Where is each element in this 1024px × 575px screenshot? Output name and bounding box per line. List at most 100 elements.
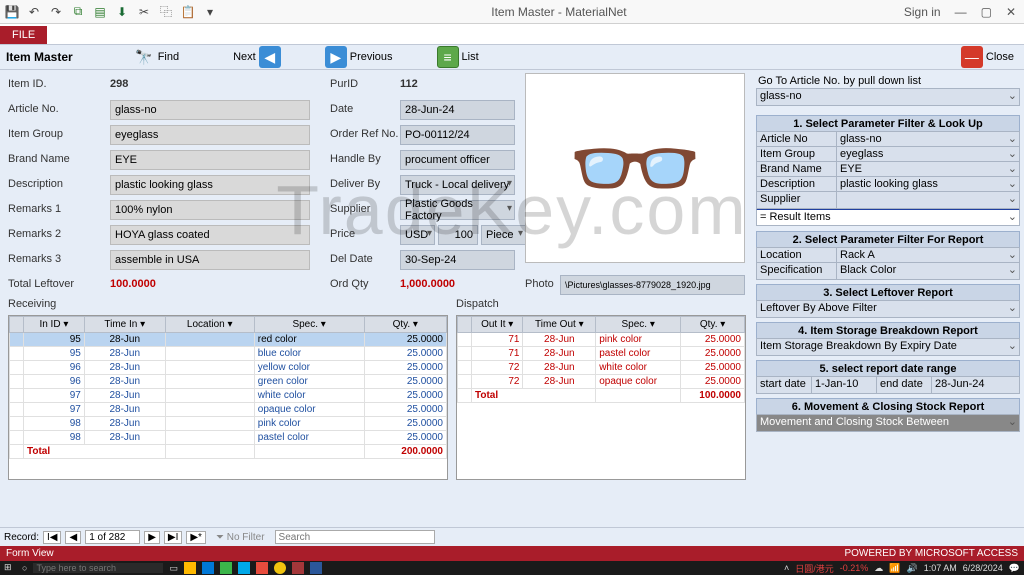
qat-save-icon[interactable]: 💾 — [4, 4, 20, 20]
table-row[interactable]: 9828-Junpastel color25.0000 — [10, 431, 447, 445]
filter-dropdown[interactable]: Black Color — [837, 263, 1019, 279]
search-input[interactable] — [275, 530, 435, 544]
table-row[interactable]: 9728-Junwhite color25.0000 — [10, 389, 447, 403]
tray-vol-icon[interactable]: 🔊 — [906, 563, 917, 574]
taskview-icon[interactable]: ▭ — [169, 563, 178, 574]
movement-report-dropdown[interactable]: Movement and Closing Stock Between — [756, 414, 1020, 432]
receiving-grid[interactable]: In ID ▾Time In ▾Location ▾Spec. ▾Qty. ▾9… — [8, 315, 448, 480]
prev-record-button[interactable]: ◀ — [65, 531, 81, 544]
date-field[interactable]: 28-Jun-24 — [400, 100, 515, 120]
goto-dropdown[interactable]: glass-no — [756, 88, 1020, 106]
signin-link[interactable]: Sign in — [900, 5, 945, 19]
first-record-button[interactable]: I◀ — [43, 531, 61, 544]
column-header[interactable]: Location ▾ — [165, 317, 254, 333]
tray-wifi-icon[interactable]: 📶 — [889, 563, 900, 574]
word-icon[interactable] — [310, 562, 322, 574]
cortana-icon[interactable]: ○ — [22, 563, 27, 573]
tray-expand-icon[interactable]: ˄ — [784, 563, 789, 573]
end-date-field[interactable]: 28-Jun-24 — [932, 377, 1019, 393]
qat-redo-icon[interactable]: ↷ — [48, 4, 64, 20]
close-window-button[interactable]: ✕ — [1002, 5, 1020, 19]
result-items-dropdown[interactable]: = Result Items — [756, 208, 1020, 226]
qat-tool2-icon[interactable]: ▤ — [92, 4, 108, 20]
table-row[interactable]: 9528-Junred color25.0000 — [10, 333, 447, 347]
edge-icon[interactable] — [202, 562, 214, 574]
handle-field[interactable]: procument officer — [400, 150, 515, 170]
desc-field[interactable]: plastic looking glass — [110, 175, 310, 195]
table-row[interactable]: 9728-Junopaque color25.0000 — [10, 403, 447, 417]
rem2-field[interactable]: HOYA glass coated — [110, 225, 310, 245]
last-record-button[interactable]: ▶I — [164, 531, 182, 544]
table-row[interactable]: 7128-Junpink color25.0000 — [458, 333, 745, 347]
qat-undo-icon[interactable]: ↶ — [26, 4, 42, 20]
rem3-field[interactable]: assemble in USA — [110, 250, 310, 270]
new-record-button[interactable]: ▶* — [186, 531, 206, 544]
brand-field[interactable]: EYE — [110, 150, 310, 170]
notif-icon[interactable]: 💬 — [1009, 563, 1020, 574]
price-field[interactable]: 100 — [438, 225, 478, 245]
group-field[interactable]: eyeglass — [110, 125, 310, 145]
app2-icon[interactable] — [238, 562, 250, 574]
find-button[interactable]: 🔭 Find — [129, 44, 183, 70]
clock-time[interactable]: 1:07 AM — [924, 563, 957, 573]
article-field[interactable]: glass-no — [110, 100, 310, 120]
qat-cut-icon[interactable]: ✂ — [136, 4, 152, 20]
chrome-icon[interactable] — [274, 562, 286, 574]
column-header[interactable]: Time In ▾ — [84, 317, 165, 333]
filter-dropdown[interactable] — [837, 192, 1019, 208]
qat-export-icon[interactable]: ⬇ — [114, 4, 130, 20]
qat-tool1-icon[interactable]: ⧉ — [70, 4, 86, 20]
column-header[interactable]: In ID ▾ — [24, 317, 85, 333]
column-header[interactable]: Qty. ▾ — [681, 317, 745, 333]
supplier-dropdown[interactable]: Plastic Goods Factory — [400, 200, 515, 220]
start-date-field[interactable]: 1-Jan-10 — [812, 377, 877, 393]
unit-dropdown[interactable]: Piece — [481, 225, 526, 245]
table-row[interactable]: 9628-Jungreen color25.0000 — [10, 375, 447, 389]
receiving-table[interactable]: In ID ▾Time In ▾Location ▾Spec. ▾Qty. ▾9… — [9, 316, 447, 459]
table-row[interactable]: 7228-Junopaque color25.0000 — [458, 375, 745, 389]
table-row[interactable]: 7228-Junwhite color25.0000 — [458, 361, 745, 375]
currency-rate[interactable]: -0.21% — [840, 563, 869, 573]
column-header[interactable]: Qty. ▾ — [364, 317, 446, 333]
table-row[interactable]: 9528-Junblue color25.0000 — [10, 347, 447, 361]
qat-more-icon[interactable]: ▾ — [202, 4, 218, 20]
storage-report-dropdown[interactable]: Item Storage Breakdown By Expiry Date — [756, 338, 1020, 356]
tray-cloud-icon[interactable]: ☁ — [874, 563, 883, 574]
close-button[interactable]: ― Close — [957, 44, 1018, 70]
currency-name[interactable]: 日圓/港元 — [795, 562, 834, 575]
app1-icon[interactable] — [220, 562, 232, 574]
deldate-field[interactable]: 30-Sep-24 — [400, 250, 515, 270]
qat-paste-icon[interactable]: 📋 — [180, 4, 196, 20]
photo-path[interactable]: \Pictures\glasses-8779028_1920.jpg — [560, 275, 745, 295]
dispatch-grid[interactable]: Out It ▾Time Out ▾Spec. ▾Qty. ▾7128-Junp… — [456, 315, 746, 480]
dispatch-table[interactable]: Out It ▾Time Out ▾Spec. ▾Qty. ▾7128-Junp… — [457, 316, 745, 403]
currency-dropdown[interactable]: USD — [400, 225, 435, 245]
start-button[interactable]: ⊞ — [4, 562, 16, 574]
list-button[interactable]: ≡ List — [433, 44, 483, 70]
deliver-dropdown[interactable]: Truck - Local delivery — [400, 175, 515, 195]
file-tab[interactable]: FILE — [0, 26, 47, 44]
access-icon[interactable] — [292, 562, 304, 574]
rem1-field[interactable]: 100% nylon — [110, 200, 310, 220]
clock-date[interactable]: 6/28/2024 — [963, 563, 1003, 573]
rem2-label: Remarks 2 — [8, 228, 61, 240]
table-row[interactable]: 7128-Junpastel color25.0000 — [458, 347, 745, 361]
next-record-button[interactable]: ▶ — [144, 531, 160, 544]
record-position[interactable] — [85, 530, 140, 544]
previous-button[interactable]: ▶ Previous — [321, 44, 397, 70]
ordref-field[interactable]: PO-00112/24 — [400, 125, 515, 145]
app3-icon[interactable] — [256, 562, 268, 574]
leftover-report-dropdown[interactable]: Leftover By Above Filter — [756, 300, 1020, 318]
column-header[interactable]: Time Out ▾ — [523, 317, 596, 333]
column-header[interactable]: Spec. ▾ — [596, 317, 681, 333]
qat-copy-icon[interactable]: ⿻ — [158, 4, 174, 20]
taskbar-search[interactable] — [33, 563, 163, 573]
column-header[interactable]: Spec. ▾ — [254, 317, 364, 333]
max-button[interactable]: ▢ — [977, 5, 996, 19]
table-row[interactable]: 9828-Junpink color25.0000 — [10, 417, 447, 431]
table-row[interactable]: 9628-Junyellow color25.0000 — [10, 361, 447, 375]
min-button[interactable]: — — [951, 5, 971, 19]
explorer-icon[interactable] — [184, 562, 196, 574]
next-button[interactable]: Next ◀ — [229, 44, 285, 70]
column-header[interactable]: Out It ▾ — [472, 317, 523, 333]
